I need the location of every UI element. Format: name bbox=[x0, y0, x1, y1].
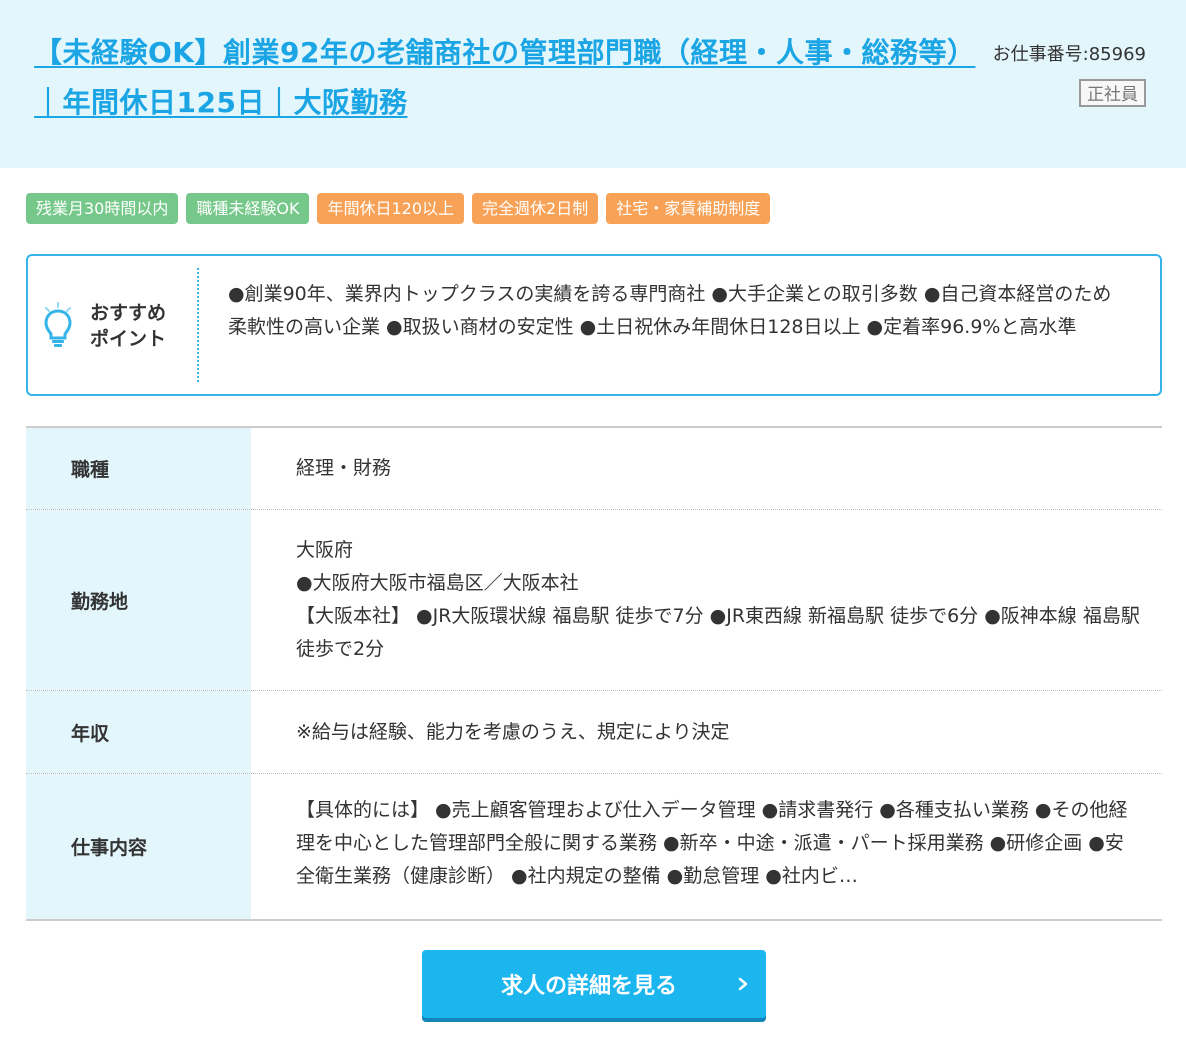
info-value-job-type: 経理・財務 bbox=[251, 428, 1162, 509]
location-prefecture: 大阪府 bbox=[296, 539, 354, 561]
tag-overtime: 残業月30時間以内 bbox=[26, 193, 179, 224]
info-row-location: 勤務地 大阪府 ●大阪府大阪市福島区／大阪本社 【大阪本社】 ●JR大阪環状線 … bbox=[26, 510, 1162, 691]
recommend-label-line1: おすすめ bbox=[90, 302, 167, 324]
location-access: 【大阪本社】 ●JR大阪環状線 福島駅 徒歩で7分 ●JR東西線 新福島駅 徒歩… bbox=[296, 605, 1140, 660]
tag-housing-support: 社宅・家賃補助制度 bbox=[606, 193, 771, 224]
info-value-duties: 【具体的には】 ●売上顧客管理および仕入データ管理 ●請求書発行 ●各種支払い業… bbox=[251, 774, 1162, 919]
location-address: ●大阪府大阪市福島区／大阪本社 bbox=[296, 572, 579, 594]
info-value-salary: ※給与は経験、能力を考慮のうえ、規定により決定 bbox=[251, 691, 1162, 773]
info-row-duties: 仕事内容 【具体的には】 ●売上顧客管理および仕入データ管理 ●請求書発行 ●各… bbox=[26, 774, 1162, 919]
salary-text: ※給与は経験、能力を考慮のうえ、規定により決定 bbox=[296, 720, 730, 743]
job-number-label: お仕事番号: bbox=[992, 44, 1089, 65]
job-number-value: 85969 bbox=[1088, 44, 1146, 65]
job-header: 【未経験OK】創業92年の老舗商社の管理部門職（経理・人事・総務等）｜年間休日1… bbox=[0, 0, 1186, 168]
duties-text: 【具体的には】 ●売上顧客管理および仕入データ管理 ●請求書発行 ●各種支払い業… bbox=[296, 799, 1128, 887]
employment-type-badge: 正社員 bbox=[1079, 79, 1146, 107]
recommend-label: おすすめ ポイント bbox=[90, 300, 190, 352]
job-info-table: 職種 経理・財務 勤務地 大阪府 ●大阪府大阪市福島区／大阪本社 【大阪本社】 … bbox=[26, 426, 1162, 921]
tag-inexperienced-ok: 職種未経験OK bbox=[186, 193, 310, 224]
tag-annual-holidays: 年間休日120以上 bbox=[317, 193, 465, 224]
recommend-label-line2: ポイント bbox=[90, 328, 167, 350]
lightbulb-icon bbox=[44, 302, 72, 347]
info-label-job-type: 職種 bbox=[26, 428, 251, 509]
job-title-link[interactable]: 【未経験OK】創業92年の老舗商社の管理部門職（経理・人事・総務等）｜年間休日1… bbox=[34, 28, 979, 128]
info-value-location: 大阪府 ●大阪府大阪市福島区／大阪本社 【大阪本社】 ●JR大阪環状線 福島駅 … bbox=[251, 510, 1162, 690]
chevron-right-icon bbox=[738, 978, 748, 990]
view-job-details-label: 求人の詳細を見る bbox=[500, 974, 677, 999]
job-number: お仕事番号:85969 bbox=[993, 40, 1146, 66]
info-label-salary: 年収 bbox=[26, 691, 251, 773]
recommend-divider bbox=[197, 268, 199, 382]
view-job-details-button[interactable]: 求人の詳細を見る bbox=[422, 950, 766, 1018]
info-row-salary: 年収 ※給与は経験、能力を考慮のうえ、規定により決定 bbox=[26, 691, 1162, 774]
tag-two-day-weekend: 完全週休2日制 bbox=[472, 193, 599, 224]
info-row-job-type: 職種 経理・財務 bbox=[26, 428, 1162, 510]
recommend-text: ●創業90年、業界内トップクラスの実績を誇る専門商社 ●大手企業との取引多数 ●… bbox=[228, 283, 1112, 338]
info-label-duties: 仕事内容 bbox=[26, 774, 251, 919]
job-type-text: 経理・財務 bbox=[296, 457, 392, 479]
feature-tags: 残業月30時間以内 職種未経験OK 年間休日120以上 完全週休2日制 社宅・家… bbox=[26, 193, 771, 224]
recommend-points-box: おすすめ ポイント ●創業90年、業界内トップクラスの実績を誇る専門商社 ●大手… bbox=[26, 254, 1162, 396]
info-label-location: 勤務地 bbox=[26, 510, 251, 690]
